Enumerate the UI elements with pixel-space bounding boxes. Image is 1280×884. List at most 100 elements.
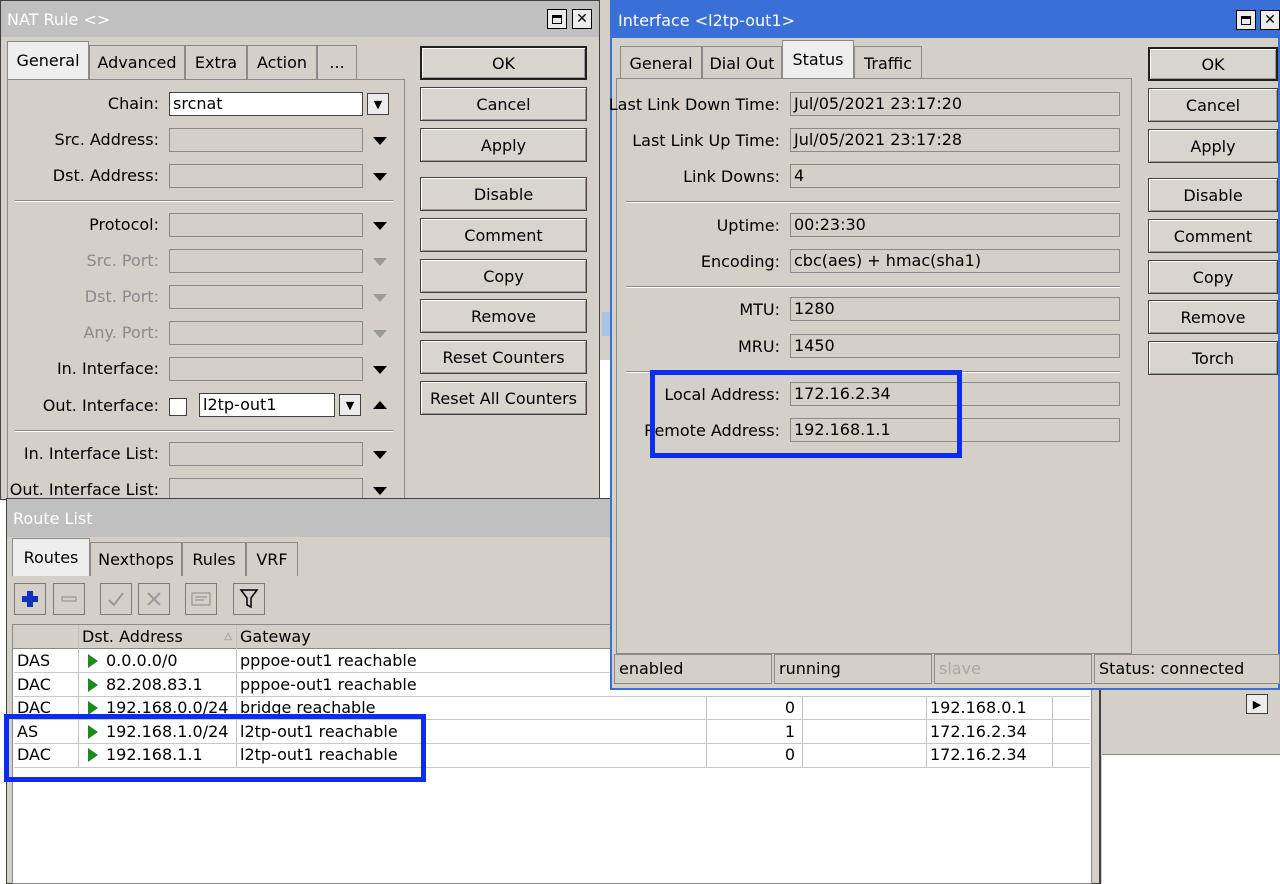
dst-port-dropdown-icon bbox=[373, 294, 387, 302]
column-header-gateway[interactable]: Gateway bbox=[237, 625, 607, 649]
separator bbox=[15, 430, 393, 432]
tab-vrf[interactable]: VRF bbox=[246, 542, 298, 576]
dropdown-arrow-icon: ▼ bbox=[373, 97, 383, 111]
right-panel-list bbox=[1102, 754, 1280, 884]
plus-icon bbox=[22, 591, 38, 607]
comment-route-button[interactable] bbox=[185, 583, 217, 615]
cancel-button[interactable]: Cancel bbox=[420, 87, 587, 121]
comment-icon bbox=[191, 592, 211, 606]
mtu-field: 1280 bbox=[790, 297, 1120, 321]
interface-title: Interface <l2tp-out1> bbox=[618, 10, 796, 30]
dst-port-field bbox=[169, 285, 363, 309]
scroll-right-button[interactable]: ▶ bbox=[1246, 694, 1268, 714]
dropdown-arrow-icon: ▼ bbox=[345, 398, 355, 412]
tab-routes[interactable]: Routes bbox=[12, 538, 90, 576]
in-interface-label: In. Interface: bbox=[56, 359, 159, 378]
nat-rule-titlebar[interactable]: NAT Rule <> ✕ bbox=[1, 1, 599, 37]
protocol-label: Protocol: bbox=[89, 215, 159, 234]
disable-button[interactable]: Disable bbox=[1148, 178, 1278, 212]
close-icon[interactable]: ✕ bbox=[1260, 10, 1280, 30]
ok-button[interactable]: OK bbox=[1148, 47, 1278, 81]
collapse-up-icon[interactable] bbox=[373, 401, 387, 409]
x-icon bbox=[147, 592, 161, 606]
check-icon bbox=[108, 592, 124, 607]
cancel-button[interactable]: Cancel bbox=[1148, 88, 1278, 122]
out-interface-list-dropdown-icon[interactable] bbox=[373, 487, 387, 495]
in-interface-list-dropdown-icon[interactable] bbox=[373, 451, 387, 459]
close-icon[interactable]: ✕ bbox=[572, 9, 592, 29]
tab-traffic[interactable]: Traffic bbox=[854, 46, 922, 80]
copy-button[interactable]: Copy bbox=[1148, 260, 1278, 294]
in-interface-field[interactable] bbox=[169, 357, 363, 381]
enable-button[interactable] bbox=[100, 583, 132, 615]
out-interface-list-label: Out. Interface List: bbox=[9, 480, 159, 499]
tab-nexthops[interactable]: Nexthops bbox=[90, 542, 182, 576]
tab-advanced[interactable]: Advanced bbox=[89, 45, 185, 79]
add-button[interactable] bbox=[14, 583, 46, 615]
src-address-dropdown-icon[interactable] bbox=[373, 137, 387, 145]
protocol-dropdown-icon[interactable] bbox=[373, 222, 387, 230]
column-header-flags[interactable] bbox=[14, 625, 78, 649]
reset-counters-button[interactable]: Reset Counters bbox=[420, 340, 587, 374]
remove-button[interactable]: Remove bbox=[420, 299, 587, 333]
chain-dropdown-button[interactable]: ▼ bbox=[367, 93, 389, 115]
any-port-label: Any. Port: bbox=[83, 323, 159, 342]
active-route-icon bbox=[88, 677, 98, 692]
remove-route-button[interactable] bbox=[53, 583, 85, 615]
out-interface-negate-checkbox[interactable] bbox=[169, 398, 187, 416]
cell-distance: 1 bbox=[784, 722, 795, 741]
encoding-field: cbc(aes) + hmac(sha1) bbox=[790, 249, 1120, 273]
dst-address-label: Dst. Address: bbox=[52, 166, 159, 185]
active-route-icon bbox=[88, 700, 98, 715]
out-interface-dropdown-button[interactable]: ▼ bbox=[339, 394, 361, 416]
filter-button[interactable] bbox=[233, 583, 265, 615]
src-address-field[interactable] bbox=[169, 128, 363, 152]
apply-button[interactable]: Apply bbox=[420, 128, 587, 162]
disable-button[interactable]: Disable bbox=[420, 177, 587, 211]
address-highlight-box bbox=[650, 370, 962, 458]
disable-route-button[interactable] bbox=[138, 583, 170, 615]
cell-gateway: pppoe-out1 reachable bbox=[240, 675, 417, 694]
filter-icon bbox=[239, 589, 259, 609]
tab-rules[interactable]: Rules bbox=[182, 542, 246, 576]
tab-status[interactable]: Status bbox=[782, 40, 854, 78]
out-interface-field[interactable]: l2tp-out1 bbox=[199, 393, 335, 417]
tab-general[interactable]: General bbox=[620, 46, 702, 80]
comment-button[interactable]: Comment bbox=[420, 218, 587, 252]
in-interface-dropdown-icon[interactable] bbox=[373, 366, 387, 374]
separator bbox=[626, 201, 1120, 203]
dst-address-field[interactable] bbox=[169, 164, 363, 188]
nat-rule-window: NAT Rule <> ✕ General Advanced Extra Act… bbox=[0, 0, 600, 502]
tab-dial-out[interactable]: Dial Out bbox=[702, 46, 782, 80]
tab-extra[interactable]: Extra bbox=[185, 45, 247, 79]
chain-label: Chain: bbox=[107, 94, 159, 113]
status-connected: Status: connected bbox=[1094, 654, 1280, 684]
maximize-icon[interactable] bbox=[1236, 10, 1256, 30]
dst-port-label: Dst. Port: bbox=[84, 287, 159, 306]
reset-all-counters-button[interactable]: Reset All Counters bbox=[420, 381, 587, 415]
tab-general[interactable]: General bbox=[7, 41, 89, 79]
protocol-field[interactable] bbox=[169, 213, 363, 237]
cell-flags: DAC bbox=[17, 675, 51, 694]
tab-more[interactable]: ... bbox=[317, 45, 357, 79]
copy-button[interactable]: Copy bbox=[420, 259, 587, 293]
cell-distance: 0 bbox=[784, 698, 795, 717]
torch-button[interactable]: Torch bbox=[1148, 341, 1278, 375]
link-downs-field: 4 bbox=[790, 164, 1120, 188]
chain-field[interactable]: srcnat bbox=[169, 92, 363, 116]
remove-button[interactable]: Remove bbox=[1148, 300, 1278, 334]
any-port-dropdown-icon bbox=[373, 330, 387, 338]
encoding-label: Encoding: bbox=[700, 252, 780, 271]
tab-action[interactable]: Action bbox=[247, 45, 317, 79]
in-interface-list-field[interactable] bbox=[169, 442, 363, 466]
interface-titlebar[interactable]: Interface <l2tp-out1> ✕ bbox=[612, 2, 1280, 38]
ok-button[interactable]: OK bbox=[420, 46, 587, 80]
any-port-field bbox=[169, 321, 363, 345]
dst-address-dropdown-icon[interactable] bbox=[373, 173, 387, 181]
column-header-dst-address[interactable]: Dst. Address △ bbox=[79, 625, 236, 649]
cell-pref-source: 172.16.2.34 bbox=[930, 745, 1027, 764]
apply-button[interactable]: Apply bbox=[1148, 129, 1278, 163]
cell-dst-address: 82.208.83.1 bbox=[79, 673, 203, 697]
maximize-icon[interactable] bbox=[547, 9, 567, 29]
comment-button[interactable]: Comment bbox=[1148, 219, 1278, 253]
